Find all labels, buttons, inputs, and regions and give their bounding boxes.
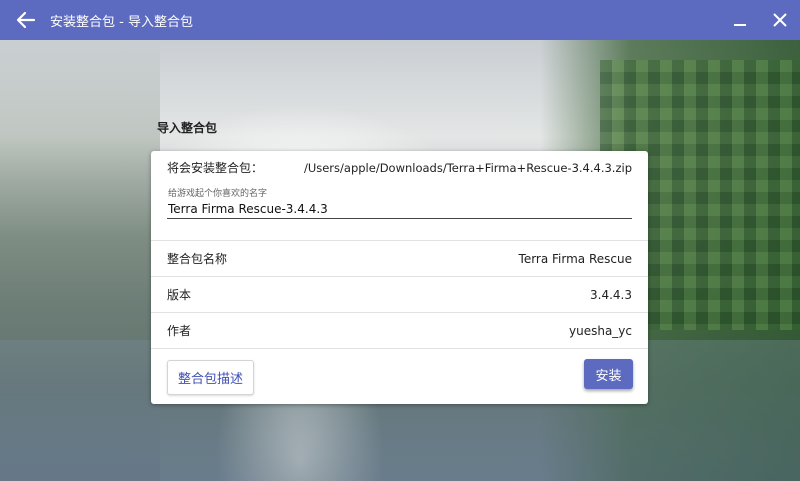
pack-name-value: Terra Firma Rescue bbox=[518, 251, 632, 266]
file-row: 将会安装整合包： /Users/apple/Downloads/Terra+Fi… bbox=[151, 151, 648, 184]
pack-name-row: 整合包名称 Terra Firma Rescue bbox=[151, 241, 648, 277]
game-name-input[interactable] bbox=[167, 199, 632, 219]
back-button[interactable] bbox=[6, 0, 46, 40]
description-button[interactable]: 整合包描述 bbox=[167, 360, 254, 395]
minimize-button[interactable] bbox=[720, 0, 760, 40]
game-name-field: 给游戏起个你喜欢的名字 bbox=[167, 186, 632, 221]
version-label: 版本 bbox=[167, 288, 192, 302]
arrow-left-icon bbox=[16, 11, 36, 29]
close-button[interactable] bbox=[760, 0, 800, 40]
version-value: 3.4.4.3 bbox=[590, 287, 632, 302]
section-title: 导入整合包 bbox=[157, 121, 218, 135]
install-button[interactable]: 安装 bbox=[584, 359, 633, 389]
author-value: yuesha_yc bbox=[569, 323, 632, 338]
author-label: 作者 bbox=[167, 324, 192, 338]
file-path: /Users/apple/Downloads/Terra+Firma+Rescu… bbox=[303, 160, 632, 175]
game-name-hint: 给游戏起个你喜欢的名字 bbox=[168, 189, 268, 199]
title-bar: 安装整合包 - 导入整合包 bbox=[0, 0, 800, 40]
window-title: 安装整合包 - 导入整合包 bbox=[50, 14, 193, 30]
pack-name-label: 整合包名称 bbox=[167, 252, 228, 266]
close-icon bbox=[773, 13, 787, 27]
author-row: 作者 yuesha_yc bbox=[151, 313, 648, 349]
file-label: 将会安装整合包： bbox=[167, 161, 264, 175]
version-row: 版本 3.4.4.3 bbox=[151, 277, 648, 313]
window-controls bbox=[720, 0, 800, 40]
minimize-icon bbox=[734, 24, 746, 26]
modpack-card: 将会安装整合包： /Users/apple/Downloads/Terra+Fi… bbox=[151, 151, 648, 404]
